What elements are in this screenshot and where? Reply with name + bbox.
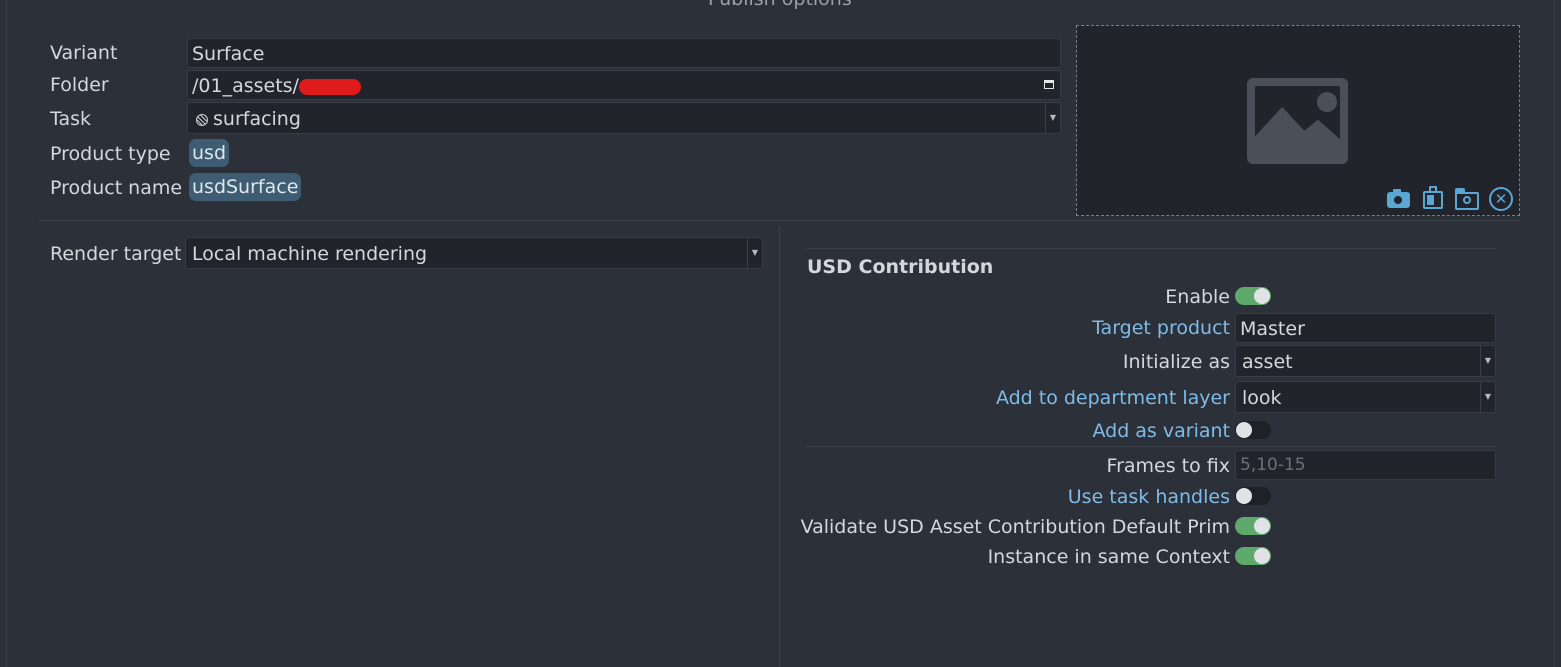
validate-default-prim-toggle[interactable] bbox=[1235, 517, 1271, 535]
instance-same-context-toggle[interactable] bbox=[1235, 547, 1271, 565]
enable-label: Enable bbox=[1165, 286, 1230, 308]
target-product-value: Master bbox=[1240, 318, 1305, 340]
variant-label: Variant bbox=[50, 42, 118, 64]
camera-icon[interactable] bbox=[1387, 189, 1410, 208]
task-icon bbox=[196, 114, 208, 126]
frame-right-border bbox=[1554, 0, 1555, 667]
clear-icon[interactable]: ✕ bbox=[1489, 187, 1513, 211]
dialog-title: Publish options bbox=[708, 0, 852, 10]
chevron-down-icon: ▼ bbox=[1045, 103, 1060, 133]
render-target-value: Local machine rendering bbox=[192, 243, 428, 265]
variant-input[interactable]: Surface bbox=[187, 38, 1061, 68]
use-task-handles-toggle[interactable] bbox=[1235, 487, 1271, 505]
department-layer-value: look bbox=[1242, 387, 1282, 409]
enable-toggle[interactable] bbox=[1235, 287, 1271, 305]
product-name-label: Product name bbox=[50, 177, 183, 199]
redacted-mark bbox=[298, 78, 361, 95]
folder-picker-icon[interactable] bbox=[1044, 80, 1054, 89]
target-product-label: Target product bbox=[1092, 317, 1230, 339]
initialize-as-value: asset bbox=[1242, 351, 1293, 373]
render-target-label: Render target bbox=[50, 243, 182, 265]
initialize-as-dropdown[interactable]: asset ▼ bbox=[1235, 345, 1496, 377]
task-value: surfacing bbox=[213, 108, 301, 130]
usd-mid-divider bbox=[807, 446, 1496, 447]
panel-splitter[interactable] bbox=[779, 226, 780, 667]
browse-folder-icon[interactable] bbox=[1455, 188, 1479, 210]
render-target-dropdown[interactable]: Local machine rendering ▼ bbox=[185, 237, 763, 269]
task-dropdown[interactable]: surfacing ▼ bbox=[187, 102, 1061, 134]
chevron-down-icon: ▼ bbox=[1480, 382, 1495, 412]
frames-to-fix-input[interactable] bbox=[1235, 450, 1496, 480]
validate-default-prim-label: Validate USD Asset Contribution Default … bbox=[800, 516, 1230, 538]
use-task-handles-label: Use task handles bbox=[1067, 486, 1230, 508]
image-placeholder-icon bbox=[1247, 78, 1348, 164]
folder-input[interactable]: /01_assets/ bbox=[187, 70, 1061, 100]
frames-to-fix-label: Frames to fix bbox=[1106, 455, 1230, 477]
department-layer-label: Add to department layer bbox=[995, 387, 1230, 409]
product-type-label: Product type bbox=[50, 143, 171, 165]
initialize-as-label: Initialize as bbox=[1122, 351, 1230, 373]
add-as-variant-toggle[interactable] bbox=[1235, 421, 1271, 439]
product-type-badge: usd bbox=[189, 139, 230, 167]
chevron-down-icon: ▼ bbox=[1480, 346, 1495, 376]
usd-top-divider bbox=[807, 248, 1496, 249]
target-product-input[interactable]: Master bbox=[1235, 313, 1496, 343]
variant-value: Surface bbox=[192, 43, 265, 65]
frame-left-border bbox=[6, 0, 7, 667]
section-divider bbox=[38, 220, 1520, 221]
chevron-down-icon: ▼ bbox=[747, 238, 762, 268]
task-label: Task bbox=[50, 108, 92, 130]
add-as-variant-label: Add as variant bbox=[1092, 420, 1230, 442]
instance-same-context-label: Instance in same Context bbox=[987, 546, 1230, 568]
folder-value: /01_assets/ bbox=[192, 75, 299, 97]
product-name-badge: usdSurface bbox=[189, 173, 302, 201]
paste-icon[interactable] bbox=[1423, 186, 1443, 209]
thumbnail-widget[interactable]: ✕ bbox=[1076, 25, 1520, 216]
folder-label: Folder bbox=[50, 74, 109, 96]
usd-section-title: USD Contribution bbox=[807, 256, 994, 278]
department-layer-dropdown[interactable]: look ▼ bbox=[1235, 381, 1496, 413]
